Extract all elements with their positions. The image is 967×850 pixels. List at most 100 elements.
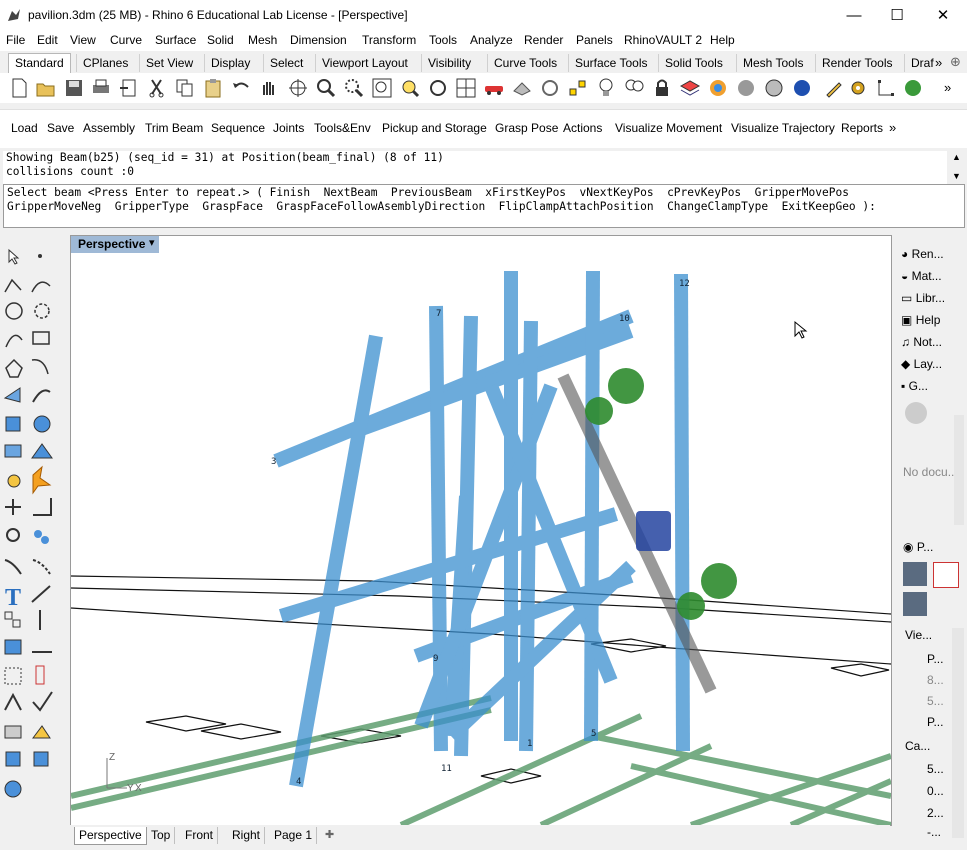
menu-help[interactable]: Help bbox=[710, 33, 735, 47]
viewport-tab-front[interactable]: Front bbox=[181, 827, 219, 844]
perspective-viewport[interactable]: 3 7 9 4 11 12 10 5 1 Z Y X bbox=[70, 235, 892, 826]
tab-select[interactable]: Select bbox=[263, 54, 309, 72]
scroll-down-icon[interactable]: ▼ bbox=[952, 171, 961, 181]
viewport-tab-top[interactable]: Top bbox=[147, 827, 176, 844]
menu-edit[interactable]: Edit bbox=[37, 33, 58, 47]
paste-icon[interactable] bbox=[202, 77, 224, 99]
four-viewports-icon[interactable] bbox=[455, 77, 477, 99]
light-bulb-icon[interactable] bbox=[595, 77, 617, 99]
plugin-tools-env-button[interactable]: Tools&Env bbox=[314, 121, 371, 135]
zoom-extents-icon[interactable] bbox=[371, 77, 393, 99]
rotate-view-icon[interactable] bbox=[287, 77, 309, 99]
maximize-button[interactable]: ☐ bbox=[874, 0, 920, 31]
tabs-overflow-icon[interactable]: » bbox=[935, 55, 942, 70]
render-sphere-icon[interactable] bbox=[735, 77, 757, 99]
dimension-icon[interactable] bbox=[875, 77, 897, 99]
viewport-title[interactable]: Perspective bbox=[78, 237, 145, 251]
menu-solid[interactable]: Solid bbox=[207, 33, 234, 47]
tab-mesh-tools[interactable]: Mesh Tools bbox=[736, 54, 809, 72]
new-file-icon[interactable] bbox=[8, 77, 30, 99]
zoom-window-icon[interactable] bbox=[343, 77, 365, 99]
pan-icon[interactable] bbox=[258, 77, 280, 99]
link-icon[interactable] bbox=[903, 592, 927, 616]
tab-display[interactable]: Display bbox=[204, 54, 256, 72]
panel-tab-materials[interactable]: ◒ Mat... bbox=[901, 266, 942, 286]
python-script-icon[interactable] bbox=[902, 77, 924, 99]
tab-standard[interactable]: Standard bbox=[8, 53, 71, 74]
tab-viewport-layout[interactable]: Viewport Layout bbox=[315, 54, 414, 72]
properties-scrollbar[interactable] bbox=[952, 628, 964, 838]
plugin-reports-button[interactable]: Reports bbox=[841, 121, 883, 135]
plugin-load-button[interactable]: Load bbox=[11, 121, 38, 135]
plugin-save-button[interactable]: Save bbox=[47, 121, 74, 135]
tab-set-view[interactable]: Set View bbox=[139, 54, 199, 72]
viewport-tab-page1[interactable]: Page 1 bbox=[270, 827, 318, 844]
osnap-icon[interactable] bbox=[539, 77, 561, 99]
plugin-sequence-button[interactable]: Sequence bbox=[211, 121, 265, 135]
lights-icon[interactable] bbox=[623, 77, 645, 99]
import-icon[interactable] bbox=[118, 77, 140, 99]
zoom-selected-icon[interactable] bbox=[399, 77, 421, 99]
plane-icon[interactable] bbox=[511, 77, 533, 99]
undo-view-icon[interactable] bbox=[427, 77, 449, 99]
menu-analyze[interactable]: Analyze bbox=[470, 33, 513, 47]
lock-icon[interactable] bbox=[651, 77, 673, 99]
panel-tab-help[interactable]: ▣ Help bbox=[901, 310, 940, 330]
menu-mesh[interactable]: Mesh bbox=[248, 33, 277, 47]
points-icon[interactable] bbox=[567, 77, 589, 99]
copy-icon[interactable] bbox=[174, 77, 196, 99]
plugin-assembly-button[interactable]: Assembly bbox=[83, 121, 135, 135]
viewport-tab-right[interactable]: Right bbox=[228, 827, 266, 844]
minimize-button[interactable]: — bbox=[831, 0, 877, 31]
toolbar-overflow-icon[interactable]: » bbox=[944, 80, 951, 95]
menu-curve[interactable]: Curve bbox=[110, 33, 142, 47]
command-prompt-line[interactable]: GripperMoveNeg GripperType GraspFace Gra… bbox=[4, 200, 964, 214]
panel-tab-layers[interactable]: ◆ Lay... bbox=[901, 354, 942, 374]
panel-tab-libraries[interactable]: ▭ Libr... bbox=[901, 288, 945, 308]
color-wheel-icon[interactable] bbox=[707, 77, 729, 99]
panel-tab-rendering[interactable]: ◕ Ren... bbox=[901, 244, 944, 264]
tab-curve-tools[interactable]: Curve Tools bbox=[487, 54, 563, 72]
plugin-trim-beam-button[interactable]: Trim Beam bbox=[145, 121, 203, 135]
plugin-actions-button[interactable]: Actions bbox=[563, 121, 602, 135]
command-history-scrollbar[interactable]: ▲ ▼ bbox=[948, 151, 965, 184]
layer-icon[interactable] bbox=[679, 77, 701, 99]
menu-surface[interactable]: Surface bbox=[155, 33, 196, 47]
menu-transform[interactable]: Transform bbox=[362, 33, 416, 47]
render-preview-icon[interactable] bbox=[763, 77, 785, 99]
panel-tab-grasshopper[interactable]: ▪ G... bbox=[901, 376, 928, 396]
tab-solid-tools[interactable]: Solid Tools bbox=[658, 54, 729, 72]
tab-cplanes[interactable]: CPlanes bbox=[76, 54, 134, 72]
panel-tab-notes[interactable]: ♫ Not... bbox=[901, 332, 942, 352]
plugin-visualize-movement-button[interactable]: Visualize Movement bbox=[615, 121, 722, 135]
menu-view[interactable]: View bbox=[70, 33, 96, 47]
plugin-grasp-pose-button[interactable]: Grasp Pose bbox=[495, 121, 558, 135]
print-icon[interactable] bbox=[90, 77, 112, 99]
close-button[interactable]: ✕ bbox=[920, 0, 966, 31]
material-sphere-icon[interactable] bbox=[791, 77, 813, 99]
open-file-icon[interactable] bbox=[35, 77, 57, 99]
plugin-joints-button[interactable]: Joints bbox=[273, 121, 304, 135]
cut-icon[interactable] bbox=[146, 77, 168, 99]
viewport-icon[interactable] bbox=[933, 562, 959, 588]
menu-tools[interactable]: Tools bbox=[429, 33, 457, 47]
properties-tab[interactable]: ◉ P... bbox=[903, 540, 933, 554]
menu-rhinovault[interactable]: RhinoVAULT 2 bbox=[624, 33, 702, 47]
viewport-title-label[interactable]: Perspective ▾ bbox=[71, 236, 159, 253]
viewport-menu-chevron-icon[interactable]: ▾ bbox=[149, 236, 155, 249]
viewport-tab-perspective[interactable]: Perspective bbox=[74, 827, 147, 845]
command-prompt[interactable]: Select beam <Press Enter to repeat.> ( F… bbox=[3, 184, 965, 228]
rhino-app-icon[interactable] bbox=[6, 7, 22, 23]
camera-icon[interactable] bbox=[903, 562, 927, 586]
scroll-up-icon[interactable]: ▲ bbox=[952, 152, 961, 162]
tab-render-tools[interactable]: Render Tools bbox=[815, 54, 899, 72]
add-layout-icon[interactable]: ✚ bbox=[325, 828, 334, 841]
menu-render[interactable]: Render bbox=[524, 33, 563, 47]
menu-file[interactable]: File bbox=[6, 33, 25, 47]
undo-icon[interactable] bbox=[230, 77, 252, 99]
tab-visibility[interactable]: Visibility bbox=[421, 54, 477, 72]
save-icon[interactable] bbox=[63, 77, 85, 99]
plugin-pickup-storage-button[interactable]: Pickup and Storage bbox=[382, 121, 487, 135]
menu-panels[interactable]: Panels bbox=[576, 33, 613, 47]
menu-dimension[interactable]: Dimension bbox=[290, 33, 347, 47]
